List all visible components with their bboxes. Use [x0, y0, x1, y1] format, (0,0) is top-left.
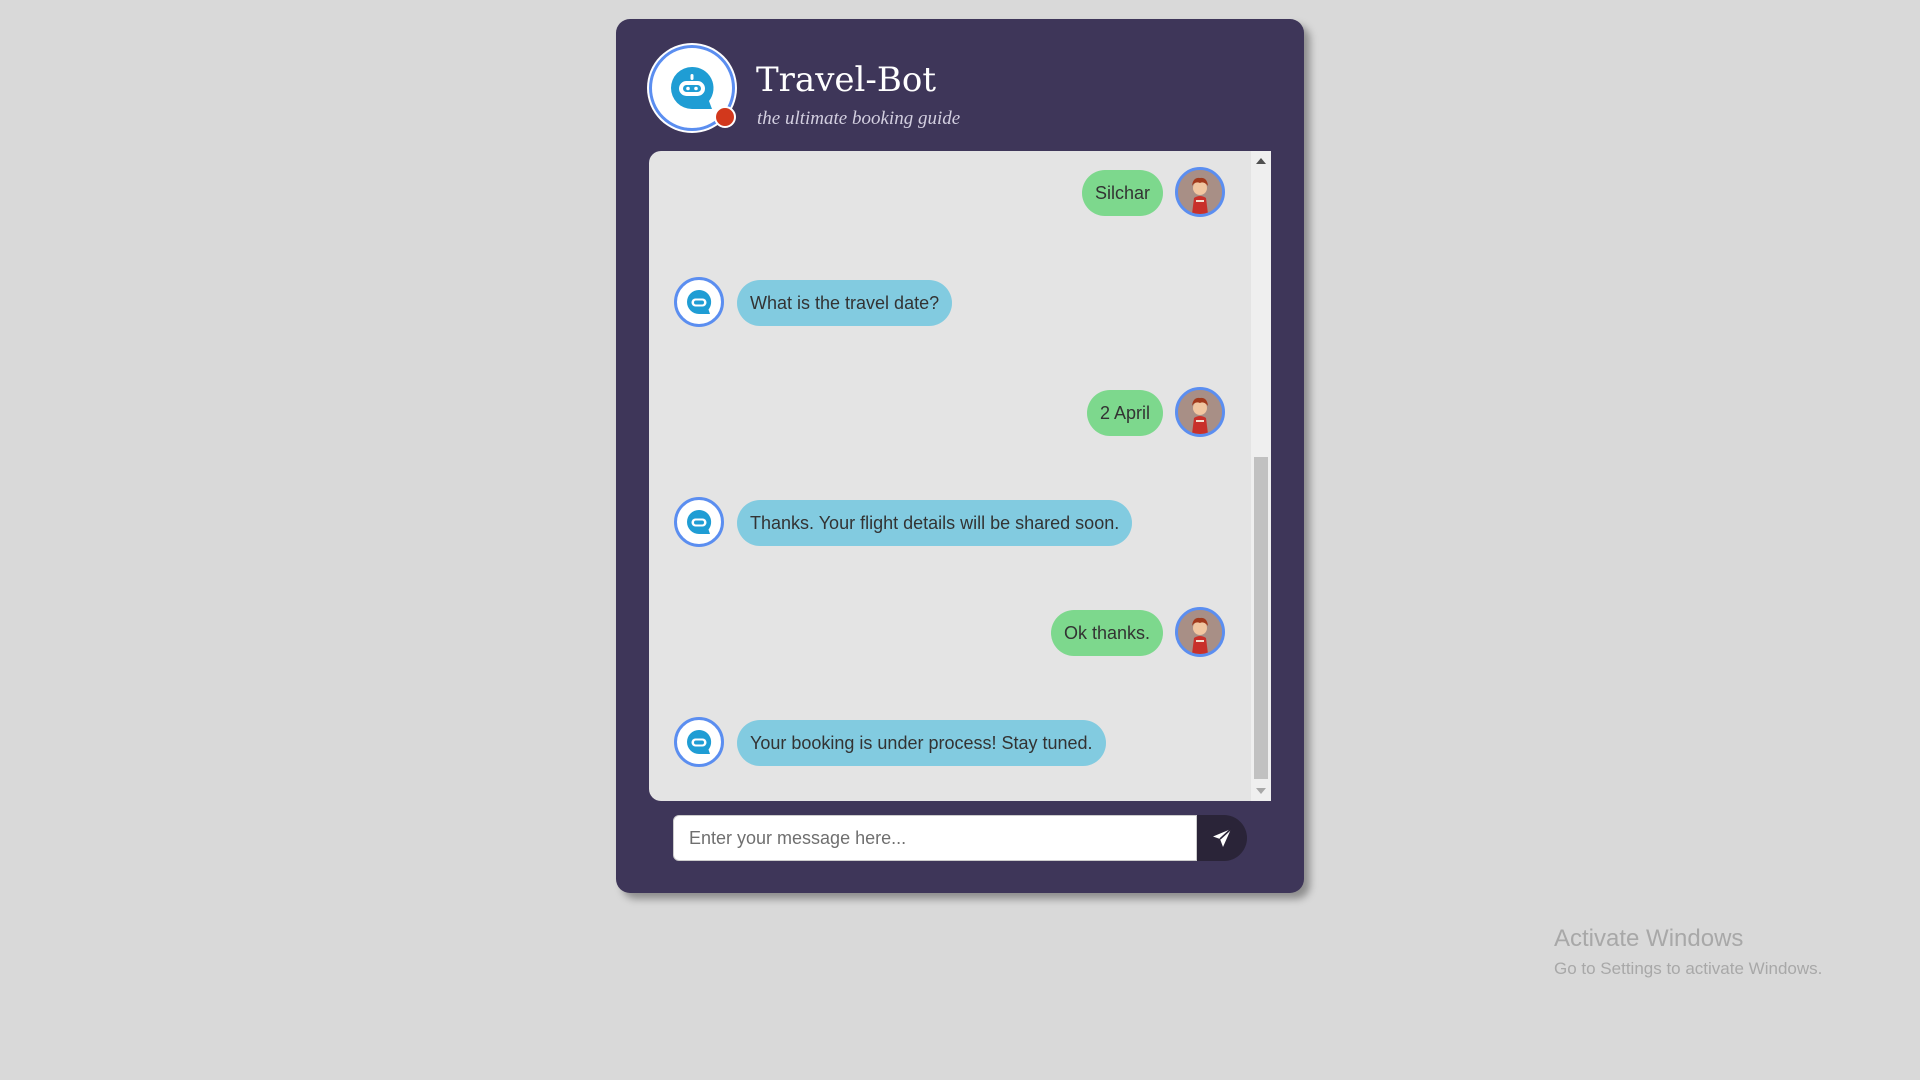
user-message-bubble: Ok thanks. — [1050, 610, 1163, 656]
message-row-bot: Your booking is under process! Stay tune… — [649, 717, 1251, 769]
message-row-bot: What is the travel date? — [649, 277, 1251, 329]
robot-chat-icon — [671, 66, 714, 109]
message-input[interactable] — [673, 815, 1197, 861]
composer-bar — [673, 815, 1247, 861]
bot-avatar — [674, 497, 724, 547]
bot-avatar — [674, 277, 724, 327]
bot-message-bubble: Thanks. Your flight details will be shar… — [737, 500, 1133, 546]
robot-chat-icon — [687, 289, 712, 314]
send-button[interactable] — [1197, 815, 1247, 861]
bot-avatar-large — [649, 45, 736, 131]
scroll-down-arrow-icon[interactable] — [1256, 788, 1266, 794]
bot-avatar — [674, 717, 724, 767]
user-avatar — [1175, 607, 1225, 657]
user-character-icon — [1178, 170, 1222, 214]
user-avatar — [1175, 167, 1225, 217]
robot-chat-icon — [687, 729, 712, 754]
send-arrow-icon — [1213, 828, 1232, 847]
messages-scrollbar[interactable] — [1251, 151, 1271, 801]
scroll-thumb[interactable] — [1254, 457, 1268, 779]
chat-subtitle: the ultimate booking guide — [757, 108, 961, 129]
message-row-bot: Thanks. Your flight details will be shar… — [649, 497, 1251, 549]
message-row-user: Ok thanks. — [649, 607, 1251, 659]
user-message-bubble: Silchar — [1081, 170, 1163, 216]
watermark-title: Activate Windows — [1554, 925, 1744, 952]
user-avatar — [1175, 387, 1225, 437]
bot-message-bubble: Your booking is under process! Stay tune… — [737, 720, 1106, 766]
robot-chat-icon — [687, 509, 712, 534]
messages-panel[interactable]: Silchar What is the travel date? 2 April… — [649, 151, 1271, 801]
chat-header: Travel-Bot the ultimate booking guide — [649, 45, 1274, 135]
message-row-user: 2 April — [649, 387, 1251, 439]
windows-activation-watermark: Activate Windows Go to Settings to activ… — [1554, 925, 1822, 979]
user-message-bubble: 2 April — [1086, 390, 1163, 436]
chat-title: Travel-Bot — [756, 60, 937, 100]
message-row-user: Silchar — [649, 167, 1251, 219]
user-character-icon — [1178, 610, 1222, 654]
status-dot — [714, 106, 736, 128]
user-character-icon — [1178, 390, 1222, 434]
bot-message-bubble: What is the travel date? — [737, 280, 953, 326]
chat-window: Travel-Bot the ultimate booking guide Si… — [616, 19, 1304, 893]
watermark-subtitle: Go to Settings to activate Windows. — [1554, 959, 1823, 978]
scroll-up-arrow-icon[interactable] — [1256, 158, 1266, 164]
